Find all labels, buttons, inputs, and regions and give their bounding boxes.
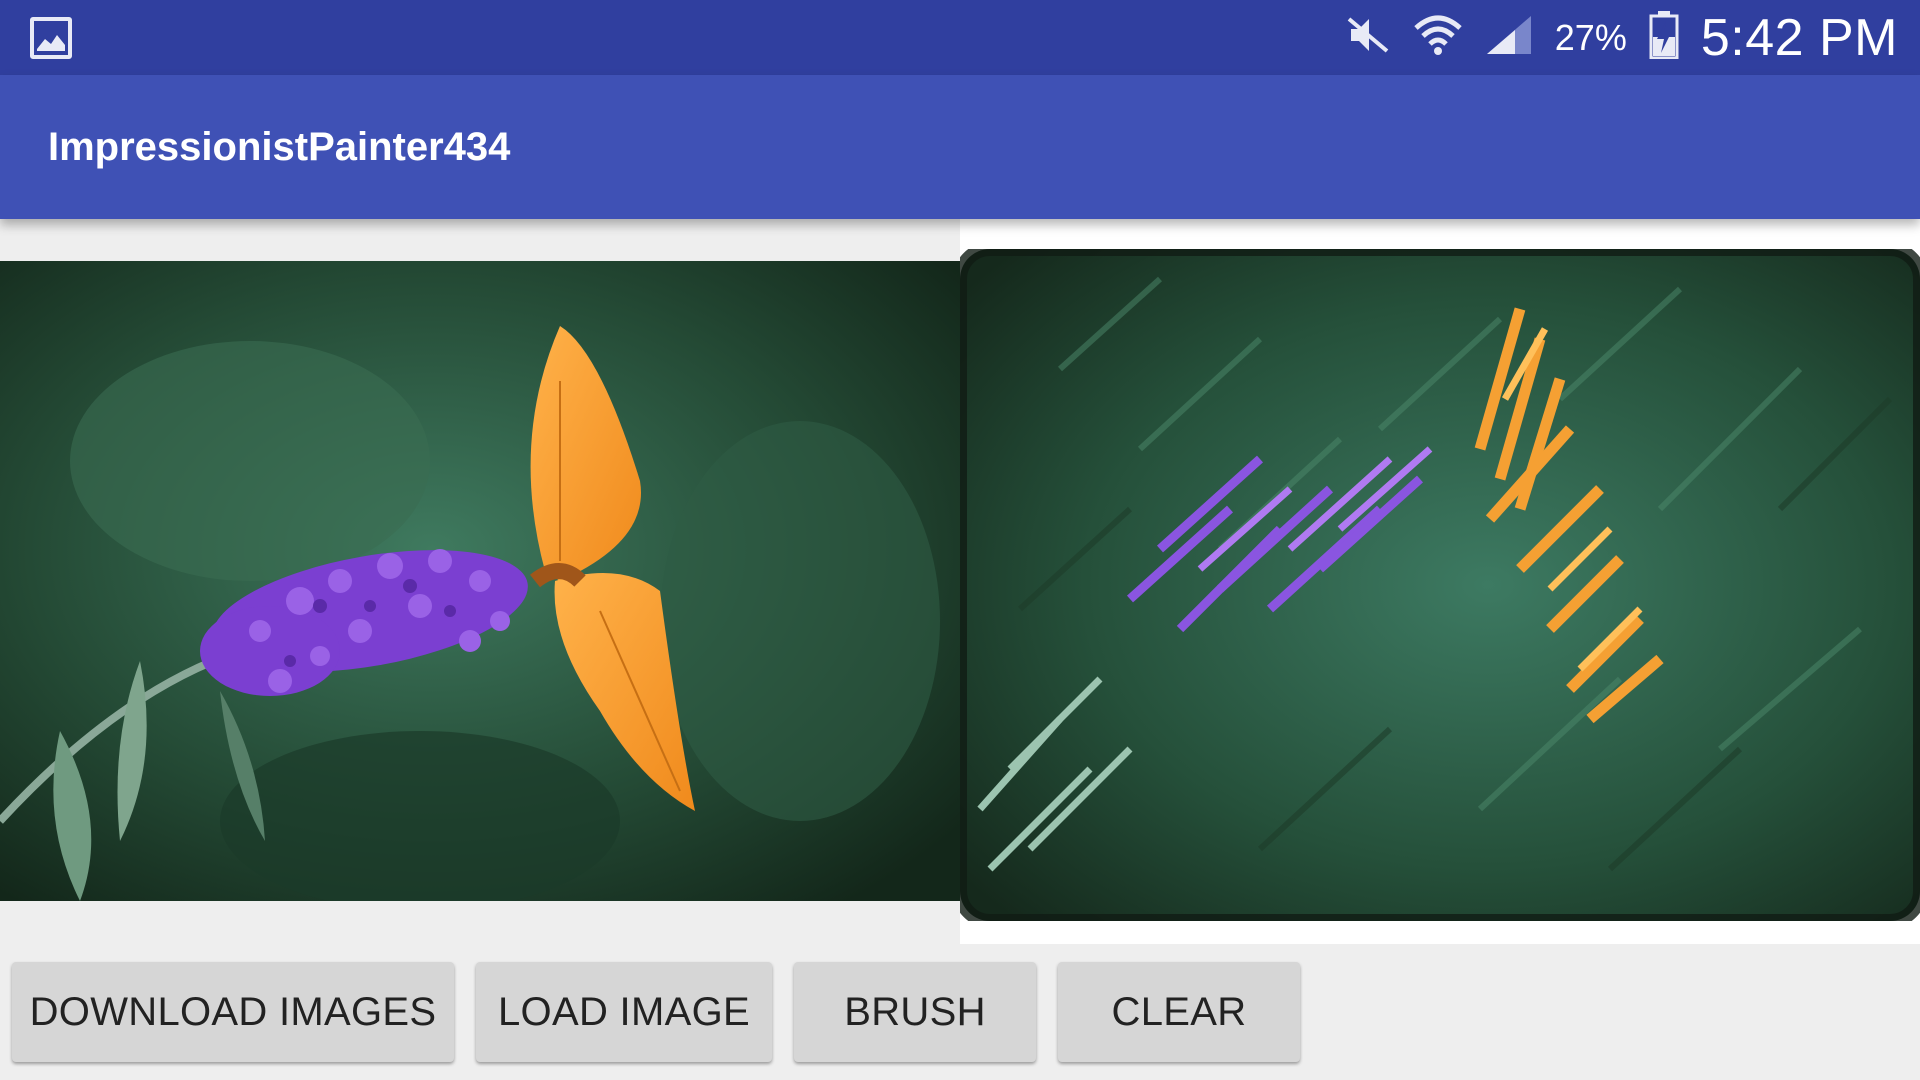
- main-content: DOWNLOAD IMAGES LOAD IMAGE BRUSH CLEAR: [0, 219, 1920, 1080]
- painted-image[interactable]: [960, 249, 1920, 921]
- battery-percent: 27%: [1554, 16, 1627, 58]
- gallery-icon: [30, 17, 72, 59]
- mute-icon: [1345, 15, 1391, 60]
- app-title: ImpressionistPainter434: [48, 125, 511, 169]
- load-image-button[interactable]: LOAD IMAGE: [476, 962, 772, 1062]
- app-bar: ImpressionistPainter434: [0, 75, 1920, 219]
- source-image[interactable]: [0, 261, 960, 901]
- clear-button[interactable]: CLEAR: [1058, 962, 1300, 1062]
- button-row: DOWNLOAD IMAGES LOAD IMAGE BRUSH CLEAR: [12, 962, 1300, 1062]
- battery-charging-icon: [1649, 11, 1679, 64]
- brush-button[interactable]: BRUSH: [794, 962, 1036, 1062]
- clock: 5:42 PM: [1700, 8, 1898, 67]
- download-images-button[interactable]: DOWNLOAD IMAGES: [12, 962, 454, 1062]
- painting-canvas[interactable]: [960, 219, 1920, 944]
- signal-icon: [1485, 14, 1533, 61]
- status-icons: 27% 5:42 PM: [1345, 0, 1898, 75]
- wifi-icon: [1413, 14, 1463, 61]
- status-bar: 27% 5:42 PM: [0, 0, 1920, 75]
